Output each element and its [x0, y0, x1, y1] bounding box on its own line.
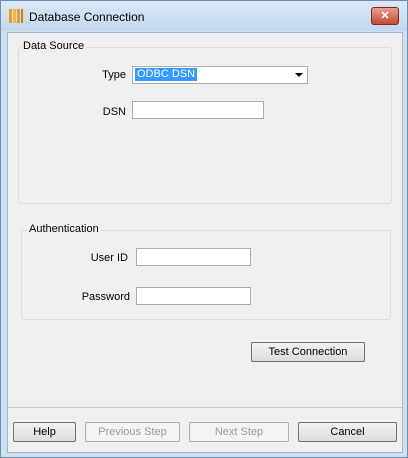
dialog-window: Database Connection ✕ Data Source Type O…: [0, 0, 408, 458]
authentication-group: Authentication: [21, 223, 391, 320]
window-title: Database Connection: [29, 10, 145, 24]
close-button[interactable]: ✕: [371, 7, 399, 25]
type-selected-value: ODBC DSN: [135, 68, 198, 81]
close-icon: ✕: [380, 10, 390, 22]
previous-step-button[interactable]: Previous Step: [85, 422, 180, 442]
type-label: Type: [102, 69, 126, 81]
password-label: Password: [81, 291, 130, 303]
data-source-legend: Data Source: [21, 40, 87, 52]
type-select[interactable]: ODBC DSN: [132, 66, 308, 84]
chevron-down-icon[interactable]: [295, 73, 303, 77]
authentication-legend: Authentication: [27, 223, 101, 235]
user-id-field[interactable]: [136, 248, 251, 266]
dialog-client-area: Data Source Type ODBC DSN DSN Authentica…: [7, 32, 403, 453]
next-step-button[interactable]: Next Step: [189, 422, 289, 442]
dsn-label: DSN: [102, 106, 126, 118]
database-app-icon: [9, 9, 23, 23]
test-connection-button[interactable]: Test Connection: [251, 342, 365, 362]
user-id-label: User ID: [90, 252, 128, 264]
help-button[interactable]: Help: [13, 422, 76, 442]
cancel-button[interactable]: Cancel: [298, 422, 397, 442]
password-field[interactable]: [136, 287, 251, 305]
footer-divider: [8, 407, 402, 408]
title-bar[interactable]: Database Connection ✕: [1, 1, 407, 31]
dsn-field[interactable]: [132, 101, 264, 119]
